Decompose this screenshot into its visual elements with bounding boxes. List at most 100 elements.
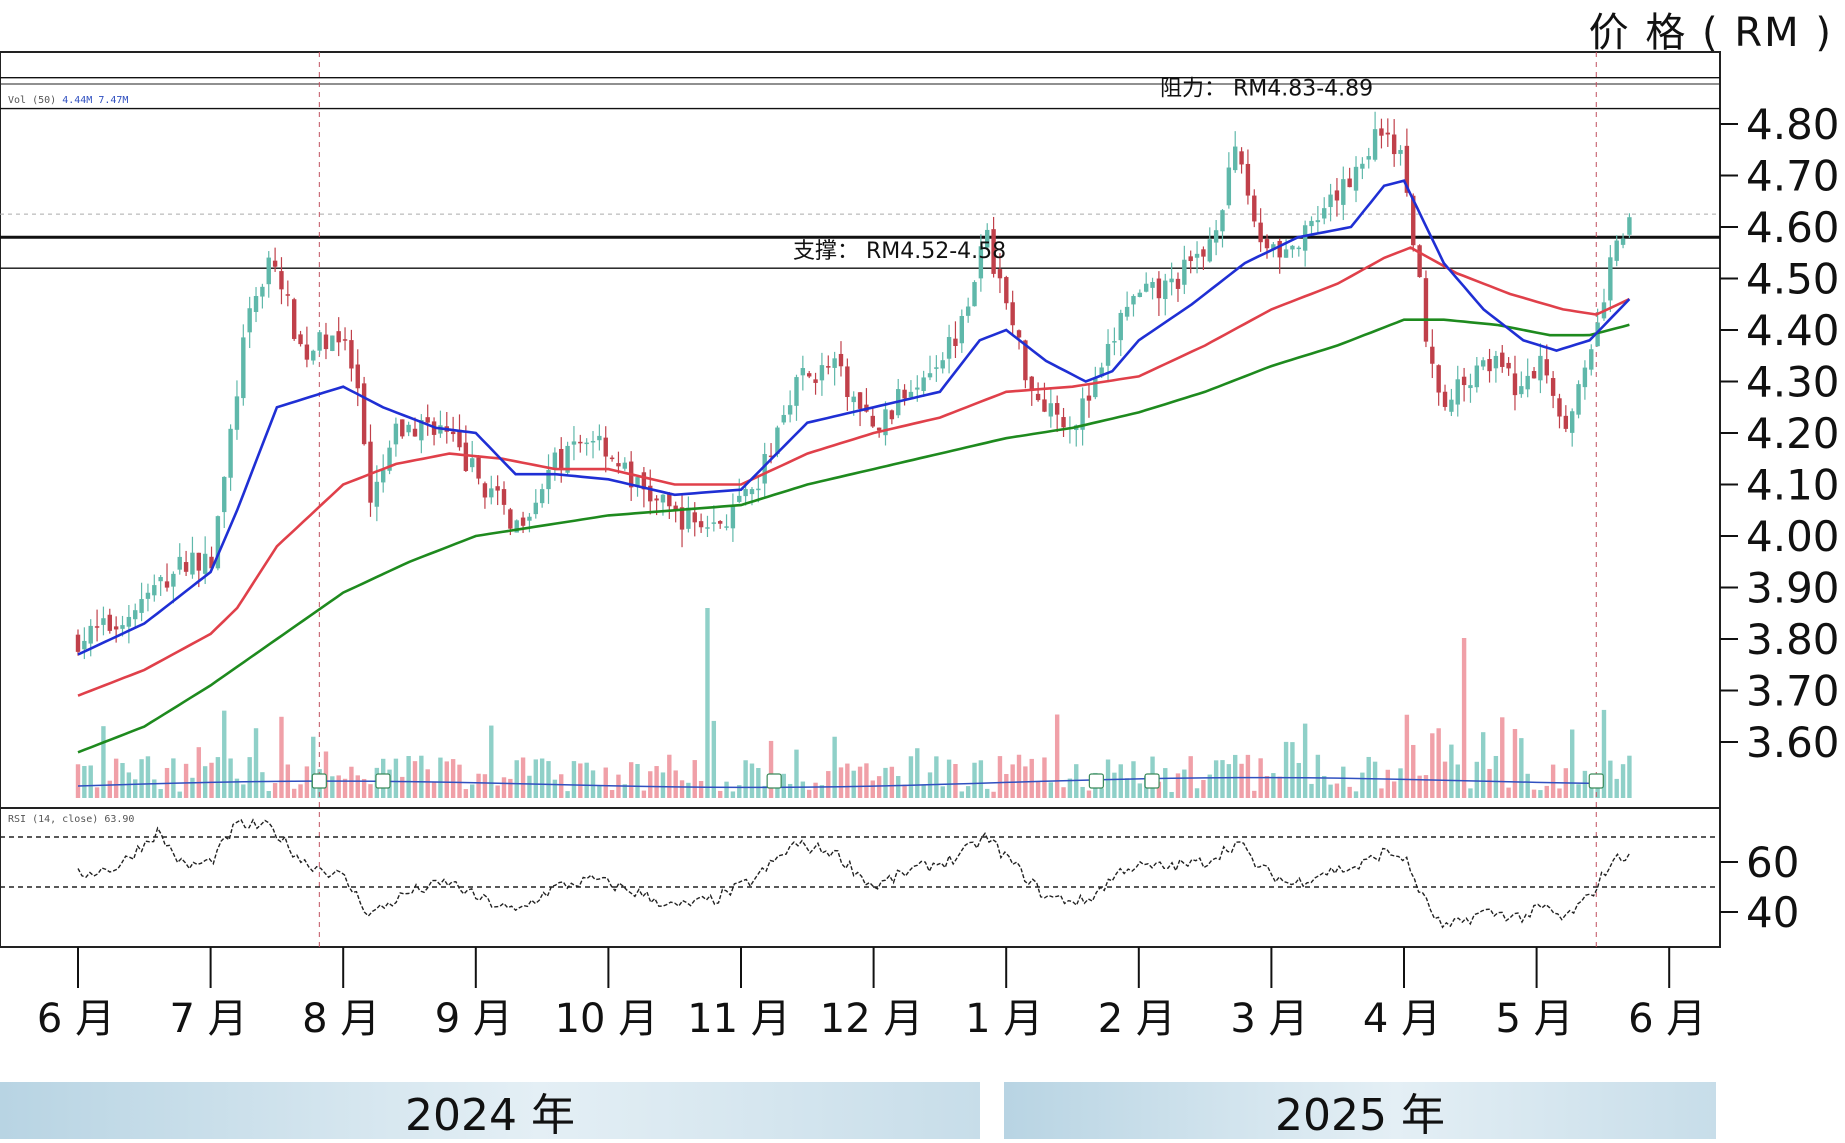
volume-bar — [406, 756, 411, 798]
candle-body — [323, 334, 329, 350]
candle-body — [1430, 346, 1435, 364]
candle-body — [317, 332, 322, 351]
volume-bar — [1169, 791, 1174, 798]
candle-body — [1614, 240, 1619, 261]
volume-bar — [514, 760, 519, 798]
candle-body — [183, 562, 189, 572]
candle-body — [304, 344, 310, 360]
volume-bar — [1391, 781, 1397, 798]
volume-bar — [1334, 783, 1340, 798]
candle-body — [1239, 151, 1244, 165]
volume-bar — [959, 791, 965, 798]
volume-bar — [1239, 763, 1244, 798]
volume-bar — [1054, 714, 1060, 798]
candle-body — [133, 610, 138, 620]
volume-bar — [425, 769, 430, 798]
volume-bar — [896, 776, 901, 798]
candle-body — [164, 581, 170, 588]
volume-bar — [304, 766, 310, 798]
candle-body — [1156, 278, 1162, 299]
volume-bar — [673, 770, 678, 798]
volume-bar — [1328, 784, 1333, 798]
volume-bar — [412, 761, 418, 798]
x-tick-label: 8 月 — [302, 996, 380, 1042]
candle-body — [482, 483, 488, 498]
x-tick-label: 1 月 — [965, 996, 1043, 1042]
volume-bar — [1493, 755, 1499, 798]
candle-body — [1461, 376, 1467, 386]
y-tick-label: 4.50 — [1746, 255, 1840, 304]
volume-bar — [679, 780, 685, 798]
candle-body — [870, 415, 875, 427]
y-tick-label: 4.60 — [1746, 203, 1840, 252]
volume-bar — [330, 776, 335, 798]
volume-bar — [787, 783, 793, 798]
candle-body — [463, 442, 469, 471]
candle-body — [1468, 385, 1473, 389]
volume-bar — [260, 772, 265, 798]
candle-body — [1544, 359, 1549, 376]
volume-bar — [1182, 769, 1187, 798]
candle-body — [1366, 156, 1371, 160]
volume-bar — [883, 767, 888, 798]
volume-bar — [209, 762, 214, 798]
candle-body — [120, 625, 125, 629]
event-marker-icon — [311, 773, 327, 789]
volume-bar — [832, 736, 837, 798]
candle-body — [1143, 283, 1149, 292]
candle-body — [82, 640, 87, 650]
volume-bar — [291, 788, 297, 798]
volume-bar — [635, 764, 640, 798]
candle-body — [1188, 256, 1193, 262]
candle-body — [1506, 362, 1511, 369]
candle-body — [1061, 417, 1066, 428]
y-tick-label: 4.10 — [1746, 461, 1840, 510]
volume-bar — [1296, 762, 1301, 798]
candle-body — [1531, 371, 1537, 379]
volume-bar — [253, 728, 259, 798]
volume-bar — [400, 776, 405, 798]
volume-bar — [794, 749, 799, 798]
candle-body — [1150, 282, 1155, 288]
volume-bar — [501, 777, 507, 798]
candle-body — [450, 431, 456, 435]
rsi-y-tick-label: 60 — [1746, 838, 1799, 887]
year-band-2025: 2025 年 — [1004, 1082, 1716, 1141]
volume-bar — [915, 748, 920, 798]
candle-body — [787, 405, 793, 415]
x-tick-label: 7 月 — [170, 996, 248, 1042]
candle-body — [1016, 330, 1022, 338]
candle-body — [705, 527, 710, 529]
candle-body — [1226, 167, 1232, 206]
volume-bar — [1010, 764, 1015, 798]
volume-bar — [222, 710, 227, 798]
volume-bar — [1213, 760, 1219, 798]
candle-body — [1557, 398, 1562, 417]
volume-bar — [1188, 756, 1193, 798]
volume-bar — [991, 791, 996, 798]
candle-body — [533, 502, 538, 515]
candle-body — [578, 441, 583, 444]
volume-bar — [495, 785, 500, 798]
candle-body — [1423, 278, 1429, 342]
volume-bar — [75, 764, 81, 798]
rsi-indicator-label: RSI (14, close) 63.90 — [8, 814, 134, 825]
candle-body — [1328, 194, 1333, 208]
candle-body — [1048, 403, 1054, 417]
candle-body — [737, 495, 742, 502]
volume-bar — [1118, 764, 1123, 798]
volume-bar — [641, 790, 647, 798]
volume-bar — [552, 779, 558, 798]
candle-body — [1213, 230, 1219, 243]
candle-body — [921, 377, 926, 391]
volume-bar — [1016, 754, 1022, 798]
candle-body — [1118, 312, 1123, 341]
volume-bar — [520, 757, 526, 798]
volume-bar — [717, 790, 723, 798]
candle-body — [1500, 352, 1505, 367]
candle-body — [686, 507, 691, 529]
volume-bar — [724, 781, 729, 798]
volume-bar — [559, 774, 564, 798]
volume-bar — [539, 758, 545, 798]
candle-body — [1360, 163, 1365, 169]
